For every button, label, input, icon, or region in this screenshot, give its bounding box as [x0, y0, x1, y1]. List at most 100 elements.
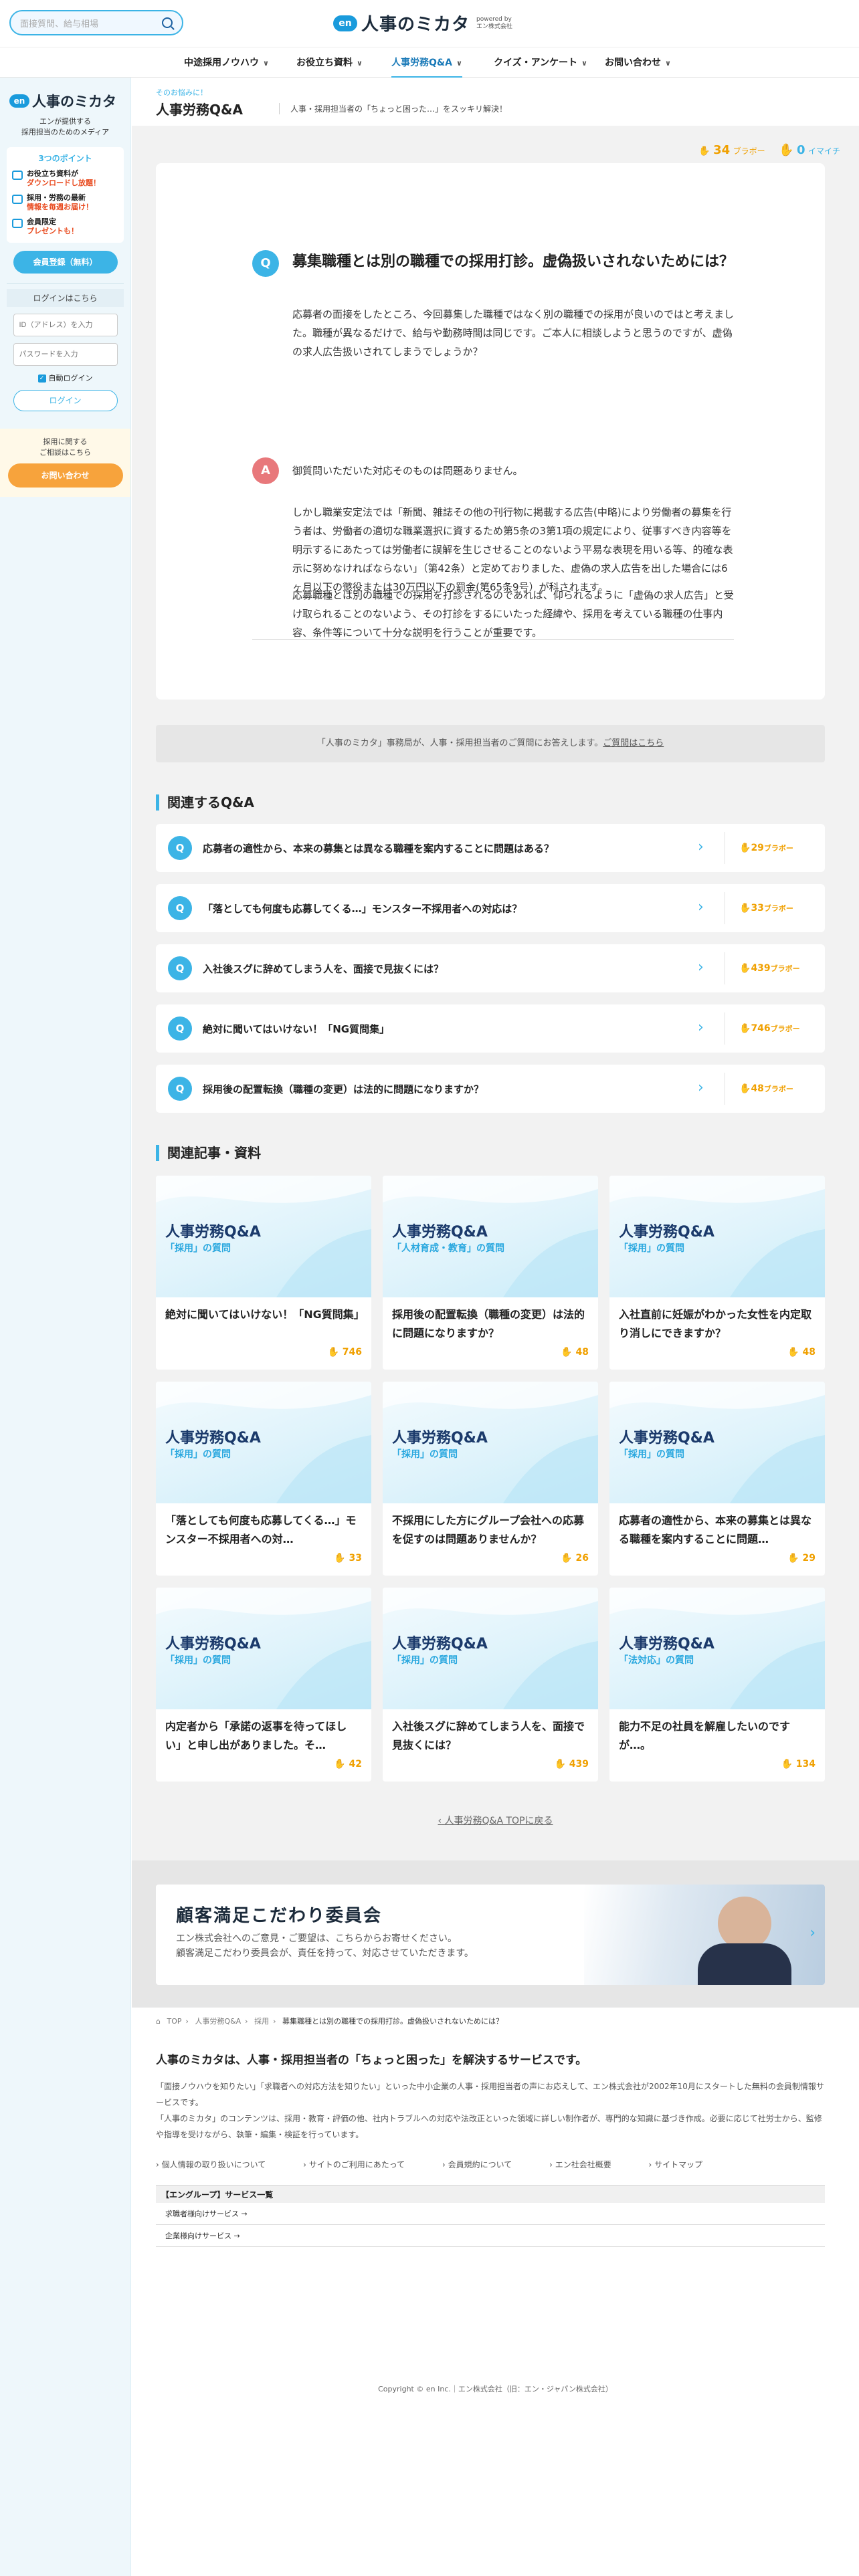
auto-login-checkbox[interactable]: ✓ 自動ログイン	[7, 372, 124, 383]
article-subcategory: 「採用」の質問	[392, 1655, 458, 1666]
footer-link[interactable]: › エン社会社概要	[549, 2160, 629, 2169]
search-box[interactable]: 面接質問、給与相場	[9, 10, 183, 35]
article-card[interactable]: 人事労務Q&A 「法対応」の質問 能力不足の社員を解雇したいのですが…。 ✋ 134	[609, 1588, 825, 1782]
divider	[252, 639, 734, 640]
article-likes: ✋ 48	[787, 1347, 816, 1358]
back-to-qa-top-link[interactable]: ‹ 人事労務Q&A TOPに戻る	[132, 1814, 859, 1827]
article-subcategory: 「採用」の質問	[619, 1243, 684, 1254]
login-box: ログインはこちら ✓自動ログイン ログイン	[7, 283, 124, 411]
chevron-right-icon: ›	[698, 959, 704, 976]
sidebar: en 人事のミカタ エンが提供する 採用担当のためのメディア 3つのポイント お役…	[0, 78, 131, 2576]
cs-banner[interactable]: 顧客満足こだわり委員会 エン株式会社へのご意見・ご要望は、こちらからお寄せくださ…	[156, 1885, 825, 1985]
article-likes: ✋ 48	[561, 1347, 589, 1358]
q-icon: Q	[168, 1077, 192, 1101]
article-card[interactable]: 人事労務Q&A 「採用」の質問 絶対に聞いてはいけない！「NG質問集」 ✋ 746	[156, 1176, 371, 1370]
chevron-right-icon: ›	[698, 1079, 704, 1096]
related-qa-item[interactable]: Q 「落としても何度も応募してくる…」モンスター不採用者への対応は？ › ✋33ブラボ…	[156, 884, 825, 932]
chevron-down-icon: ∨	[665, 59, 671, 68]
article-subcategory: 「法対応」の質問	[619, 1655, 694, 1666]
en-logo-icon: en	[333, 15, 357, 31]
bravo-icon: ✋	[327, 1347, 339, 1358]
contact-button[interactable]: お問い合わせ	[7, 463, 123, 488]
service-link[interactable]: 求職者様向けサービス →	[156, 2203, 825, 2225]
related-qa-heading: 関連するQ&A	[156, 794, 254, 811]
main-nav: 中途採用ノウハウ ∨ お役立ち資料 ∨ 人事労務Q&A ∨ クイズ・アンケート ∨ お問…	[0, 47, 859, 78]
answer-paragraph: しかし職業安定法では「新聞、雑誌その他の刊行物に掲載する広告(中略)により労働者…	[292, 506, 733, 593]
footer-link[interactable]: › 個人情報の取り扱いについて	[156, 2160, 283, 2169]
related-qa-item[interactable]: Q 採用後の配置転換（職種の変更）は法的に問題になりますか？ › ✋48ブラボー	[156, 1065, 825, 1113]
breadcrumb-item[interactable]: 人事労務Q&A	[195, 2017, 241, 2026]
article-category: 人事労務Q&A	[165, 1224, 261, 1241]
question-note: 「人事のミカタ」事務局が、人事・採用担当者のご質問にお答えします。ご質問はこちら	[156, 725, 825, 762]
article-subcategory: 「人材育成・教育」の質問	[392, 1243, 504, 1254]
question-body: 応募者の面接をしたところ、今回募集した職種ではなく別の職種での採用が良いのではと…	[292, 308, 735, 358]
footer-link[interactable]: › 会員規約について	[442, 2160, 529, 2169]
nav-item-qa[interactable]: 人事労務Q&A ∨	[391, 47, 462, 78]
article-category: 人事労務Q&A	[619, 1636, 714, 1652]
ask-question-link[interactable]: ご質問はこちら	[603, 738, 664, 748]
article-category: 人事労務Q&A	[392, 1224, 488, 1241]
login-button[interactable]: ログイン	[13, 390, 118, 411]
article-card[interactable]: 人事労務Q&A 「採用」の質問 応募者の適性から、本来の募集とは異なる職種を案内する…	[609, 1382, 825, 1576]
nav-item-quiz[interactable]: クイズ・アンケート ∨	[494, 47, 587, 78]
related-qa-item[interactable]: Q 入社後スグに辞めてしまう人を、面接で見抜くには？ › ✋439ブラボー	[156, 944, 825, 992]
article-likes: ✋ 746	[327, 1347, 362, 1358]
article-category: 人事労務Q&A	[619, 1224, 714, 1241]
nav-item-documents[interactable]: お役立ち資料 ∨	[296, 47, 363, 78]
bravo-icon: ✋	[698, 146, 710, 156]
article-likes: ✋ 439	[554, 1759, 589, 1769]
points-box: 3つのポイント お役立ち資料が ダウンロードし放題！ 採用・労務の最新 情報を毎週お…	[7, 147, 124, 243]
breadcrumb: ⌂ TOP › 人事労務Q&A › 採用 › 募集職種とは別の職種での採用打診。虚偽扱…	[156, 2017, 503, 2026]
related-qa-item[interactable]: Q 絶対に聞いてはいけない！「NG質問集」 › ✋746ブラボー	[156, 1004, 825, 1053]
article-title: 採用後の配置転換（職種の変更）は法的に問題になりますか？	[392, 1308, 585, 1339]
group-services: 【エングループ】サービス一覧 求職者様向けサービス → 企業様向けサービス →	[156, 2185, 825, 2247]
bravo-icon: ✋	[554, 1759, 566, 1769]
sidebar-tagline: エンが提供する 採用担当のためのメディア	[21, 117, 110, 136]
service-link[interactable]: 企業様向けサービス →	[156, 2225, 825, 2247]
breadcrumb-item[interactable]: TOP	[167, 2017, 181, 2026]
article-card[interactable]: 人事労務Q&A 「採用」の質問入社直前に妊娠がわかった女性を内定取り消しにできます…	[609, 1176, 825, 1370]
footer-description: 「面接ノウハウを知りたい」「求職者への対応方法を知りたい」といった中小企業の人事…	[156, 2082, 824, 2139]
footer: ⌂ TOP › 人事労務Q&A › 採用 › 募集職種とは別の職種での採用打診。虚偽扱…	[132, 2008, 859, 2576]
chevron-right-icon: ›	[698, 839, 704, 855]
footer-link[interactable]: › サイトマップ	[649, 2160, 721, 2169]
register-button[interactable]: 会員登録（無料）	[13, 251, 118, 274]
footer-link[interactable]: › サイトのご利用にあたって	[303, 2160, 422, 2169]
point-item: 会員限定 プレゼントも！	[12, 217, 118, 236]
chevron-down-icon: ∨	[456, 59, 462, 68]
page-subtitle: 人事・採用担当者の「ちょっと困った…」をスッキリ解決！	[279, 103, 507, 114]
site-logo[interactable]: en 人事のミカタ powered by エン株式会社	[333, 11, 512, 35]
chevron-down-icon: ∨	[581, 59, 587, 68]
article-subcategory: 「採用」の質問	[392, 1449, 458, 1460]
reaction-counts: ✋ 34 ブラボー ✋ 0 イマイチ	[698, 143, 840, 157]
email-field[interactable]	[13, 314, 118, 336]
sidebar-contact: 採用に関する ご相談はこちら お問い合わせ	[0, 429, 130, 497]
search-input[interactable]: 面接質問、給与相場	[20, 17, 162, 29]
article-card[interactable]: 人事労務Q&A 「採用」の質問 入社後スグに辞めてしまう人を、面接で見抜くには？ ✋ …	[383, 1588, 598, 1782]
bravo-icon: ✋	[739, 1083, 751, 1094]
article-card[interactable]: 人事労務Q&A 「採用」の質問 「落としても何度も応募してくる…」モンスター不採用者…	[156, 1382, 371, 1576]
article-card[interactable]: 人事労務Q&A 「採用」の質問 不採用にした方にグループ会社への応募を促すのは問題あ…	[383, 1382, 598, 1576]
article-title: 絶対に聞いてはいけない！「NG質問集」	[165, 1308, 362, 1321]
article-card[interactable]: 人事労務Q&A 「人材育成・教育」の質問採用後の配置転換（職種の変更）は法的に問題…	[383, 1176, 598, 1370]
home-icon: ⌂	[156, 2017, 161, 2026]
bravo-icon: ✋	[739, 963, 751, 974]
nav-item-recruit-knowhow[interactable]: 中途採用ノウハウ ∨	[184, 47, 269, 78]
copyright: Copyright © en Inc.｜エン株式会社（旧：エン・ジャパン株式会社…	[378, 2385, 613, 2393]
sidebar-logo[interactable]: en 人事のミカタ	[9, 91, 130, 111]
article-card[interactable]: 人事労務Q&A 「採用」の質問 内定者から「承諾の返事を待ってほしい」と申し出があり…	[156, 1588, 371, 1782]
nav-item-contact[interactable]: お問い合わせ ∨	[605, 47, 671, 78]
bravo-icon: ✋	[787, 1553, 799, 1564]
related-qa-item[interactable]: Q 応募者の適性から、本来の募集とは異なる職種を案内することに問題はある？ › ✋29…	[156, 824, 825, 872]
article-subcategory: 「採用」の質問	[619, 1449, 684, 1460]
article-likes: ✋ 29	[787, 1553, 816, 1564]
password-field[interactable]	[13, 343, 118, 366]
article-title: 内定者から「承諾の返事を待ってほしい」と申し出がありました。そ…	[165, 1720, 347, 1751]
article-title: 入社直前に妊娠がわかった女性を内定取り消しにできますか？	[619, 1308, 812, 1339]
article-title: 「落としても何度も応募してくる…」モンスター不採用者への対…	[165, 1514, 357, 1545]
page-header: そのお悩みに！ 人事労務Q&A 人事・採用担当者の「ちょっと困った…」をスッキリ…	[132, 78, 859, 126]
bravo-icon: ✋	[781, 1759, 793, 1769]
search-icon[interactable]	[162, 17, 173, 28]
logo-name: 人事のミカタ	[361, 15, 470, 35]
breadcrumb-item[interactable]: 採用	[254, 2017, 269, 2026]
